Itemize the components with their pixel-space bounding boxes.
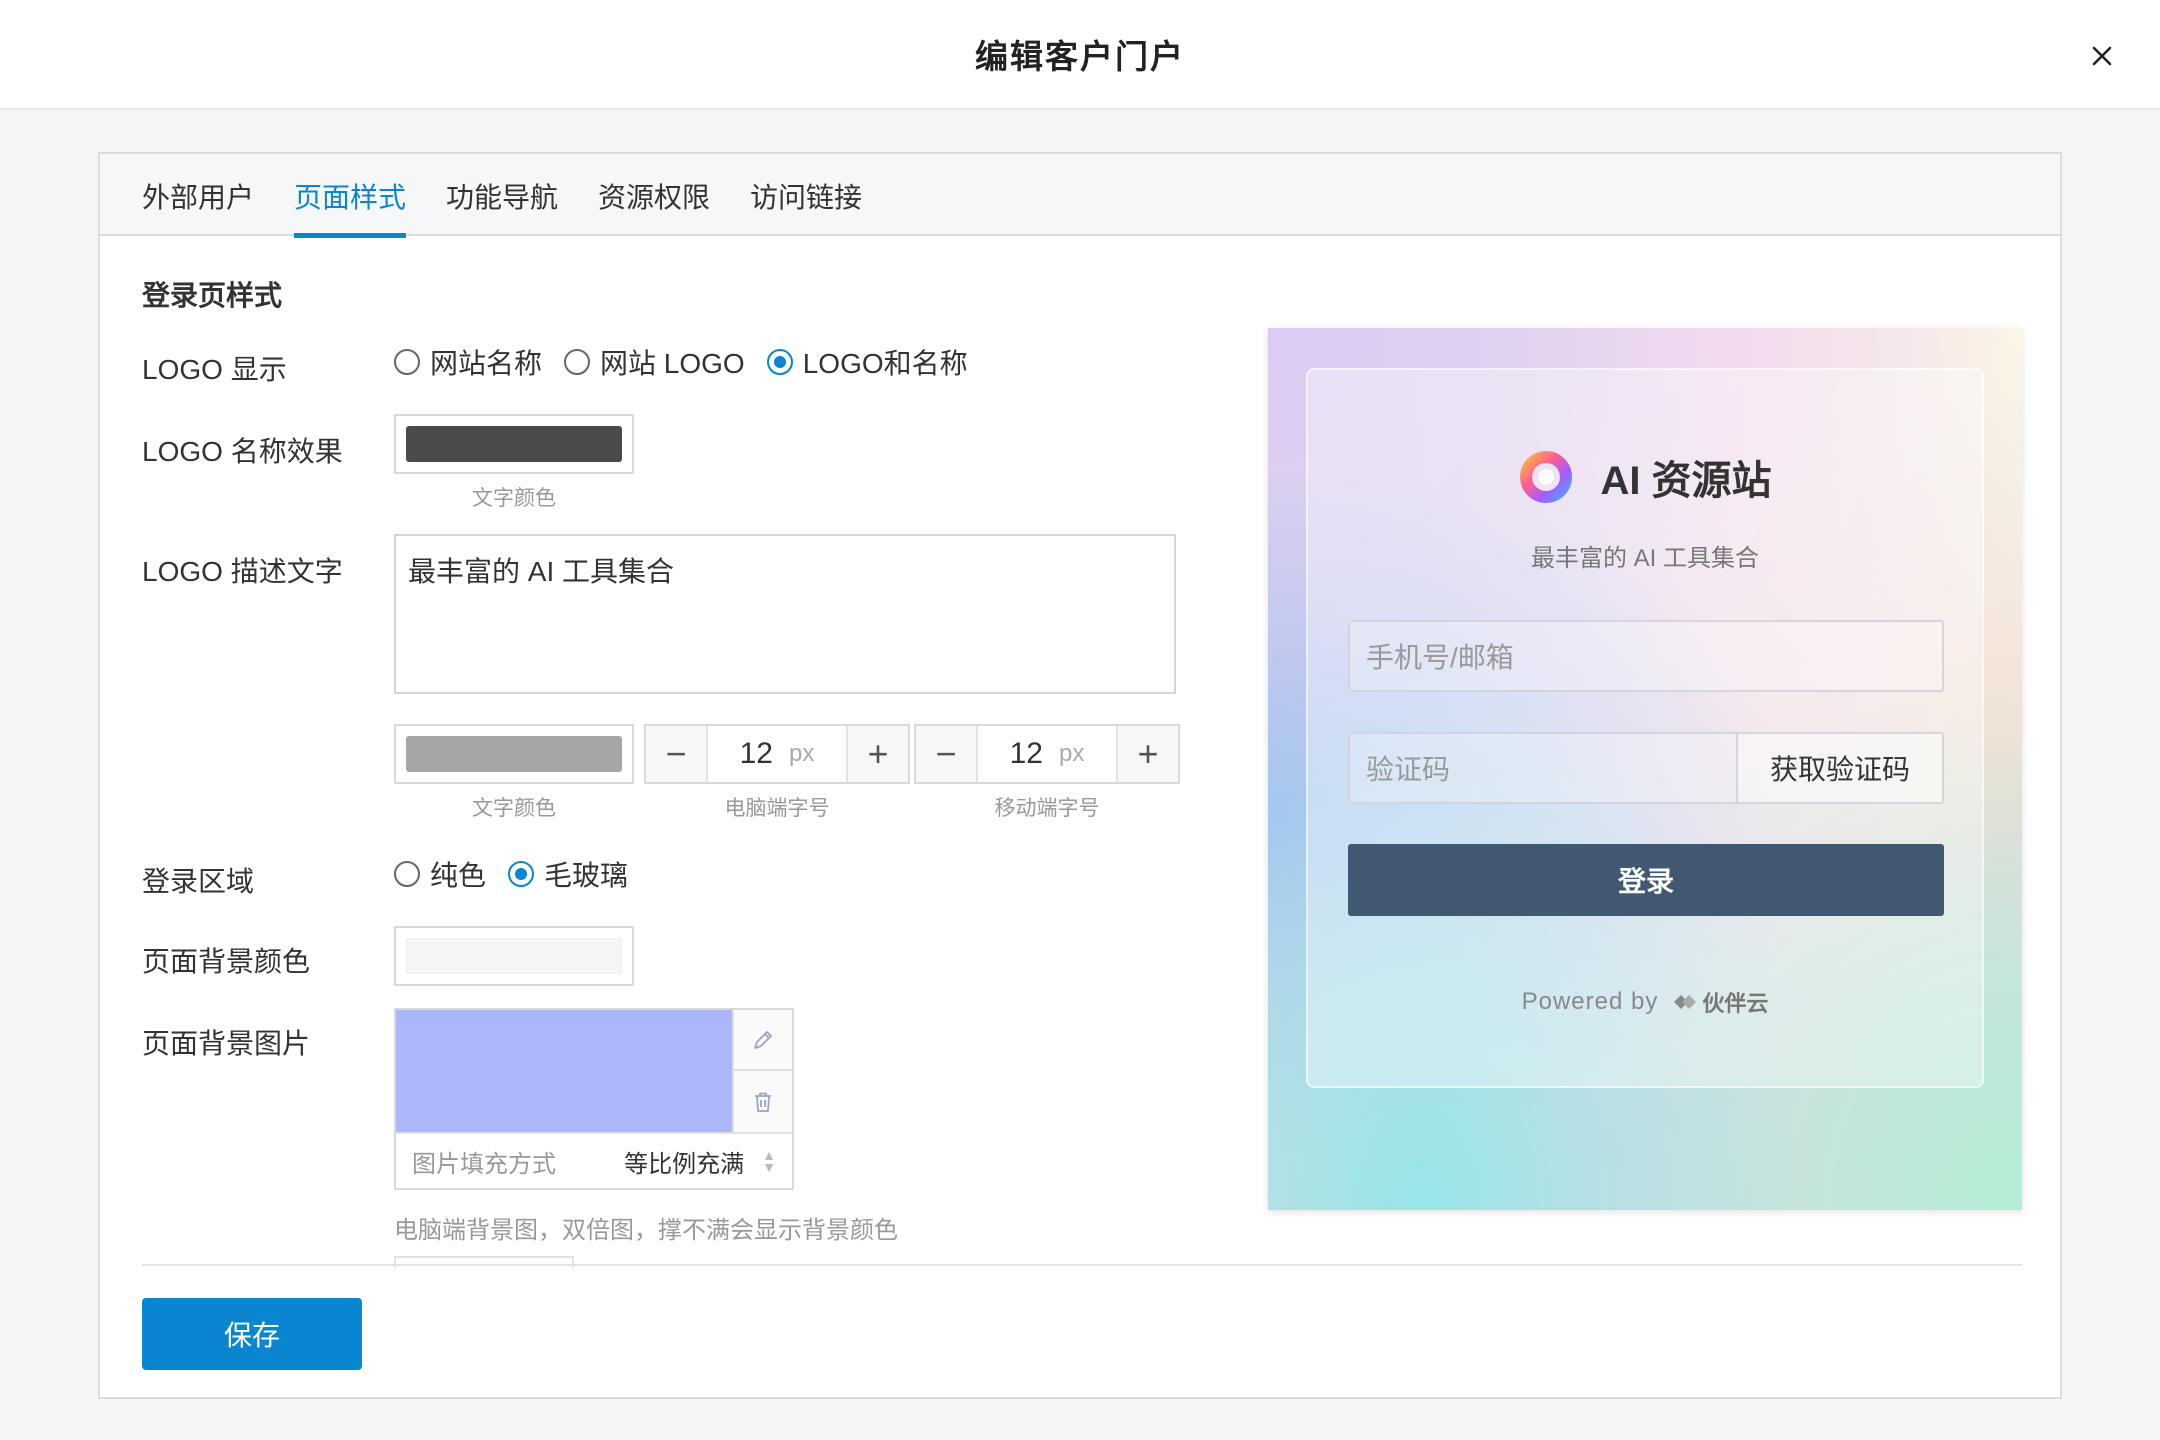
close-icon <box>2092 46 2112 66</box>
stepper-number: 12 <box>1009 737 1043 770</box>
preview-site-desc: 最丰富的 AI 工具集合 <box>1530 545 1759 572</box>
tab-external-users[interactable]: 外部用户 <box>142 176 254 236</box>
radio-label: LOGO和名称 <box>802 348 968 379</box>
decrement-button[interactable]: − <box>646 726 708 782</box>
delete-image-button[interactable] <box>732 1071 792 1132</box>
radio-label: 纯色 <box>430 860 487 891</box>
close-button[interactable] <box>2082 36 2122 76</box>
radio-site-logo[interactable]: 网站 LOGO <box>564 342 745 382</box>
page-bg-image-uploader: 图片填充方式 等比例充满 ▲ ▼ <box>394 1008 794 1190</box>
radio-frosted-glass[interactable]: 毛玻璃 <box>508 854 628 894</box>
logo-desc-label: LOGO 描述文字 <box>142 556 343 587</box>
section-title: 登录页样式 <box>142 280 283 311</box>
tab-access-link[interactable]: 访问链接 <box>750 176 862 236</box>
preview-login-button[interactable]: 登录 <box>1348 844 1944 916</box>
color-swatch <box>406 736 622 772</box>
preview-code-row: 验证码 获取验证码 <box>1348 732 1944 804</box>
stepper-value[interactable]: 12 px <box>708 726 846 782</box>
login-area-label: 登录区域 <box>142 866 255 897</box>
pc-font-size-stepper: − 12 px + <box>644 724 910 784</box>
up-down-arrow-icon: ▲ ▼ <box>762 1147 776 1175</box>
bg-image-hint: 电脑端背景图，双倍图，撑不满会显示背景颜色 <box>394 1217 898 1244</box>
stepper-unit: px <box>789 740 815 767</box>
ai-logo-icon <box>1520 451 1573 503</box>
tab-resource-permissions[interactable]: 资源权限 <box>598 176 710 236</box>
logo-display-radio-group: 网站名称 网站 LOGO LOGO和名称 <box>394 342 990 382</box>
logo-desc-textarea[interactable]: 最丰富的 AI 工具集合 <box>394 534 1176 694</box>
increment-button[interactable]: + <box>846 726 908 782</box>
powered-by-text: Powered by <box>1521 988 1659 1015</box>
tab-bar: 外部用户 页面样式 功能导航 资源权限 访问链接 <box>100 154 2060 238</box>
logo-desc-color-picker[interactable] <box>394 724 634 784</box>
trash-icon <box>755 1092 771 1112</box>
next-field-box <box>394 1256 574 1268</box>
mobile-font-size-caption: 移动端字号 <box>994 797 1100 820</box>
tab-function-nav[interactable]: 功能导航 <box>446 176 558 236</box>
radio-label: 网站 LOGO <box>600 348 745 379</box>
dialog-header: 编辑客户门户 <box>0 0 2160 110</box>
edit-image-button[interactable] <box>732 1010 792 1071</box>
logo-desc-color-caption: 文字颜色 <box>472 797 556 820</box>
login-page-preview: AI 资源站 最丰富的 AI 工具集合 手机号/邮箱 验证码 获取验证码 登录 … <box>1268 328 2022 1210</box>
radio-circle <box>766 349 793 375</box>
brand-row: AI 资源站 <box>1308 448 1982 506</box>
page-bg-image-label: 页面背景图片 <box>142 1028 311 1059</box>
color-swatch <box>406 938 622 974</box>
increment-button[interactable]: + <box>1116 726 1178 782</box>
fill-mode-value: 等比例充满 <box>624 1150 745 1178</box>
preview-site-name: AI 资源站 <box>1600 459 1772 503</box>
bg-image-preview[interactable] <box>396 1010 732 1132</box>
footer-divider <box>142 1264 2022 1266</box>
preview-get-code-button[interactable]: 获取验证码 <box>1736 734 1942 802</box>
tab-page-style[interactable]: 页面样式 <box>294 176 407 238</box>
login-card: AI 资源站 最丰富的 AI 工具集合 手机号/邮箱 验证码 获取验证码 登录 … <box>1306 368 1984 1088</box>
stepper-unit: px <box>1059 740 1085 767</box>
page-bg-color-picker[interactable] <box>394 926 634 986</box>
radio-logo-and-name[interactable]: LOGO和名称 <box>766 342 968 382</box>
radio-label: 网站名称 <box>430 348 543 379</box>
partner-logo: 伙伴云 <box>1670 986 1768 1018</box>
stepper-value[interactable]: 12 px <box>978 726 1116 782</box>
save-button[interactable]: 保存 <box>142 1298 362 1370</box>
partner-name: 伙伴云 <box>1702 991 1769 1016</box>
radio-site-name[interactable]: 网站名称 <box>394 342 542 382</box>
radio-circle <box>394 349 420 375</box>
radio-circle <box>564 349 591 375</box>
fill-mode-label: 图片填充方式 <box>412 1150 556 1178</box>
decrement-button[interactable]: − <box>916 726 978 782</box>
logo-name-color-picker[interactable] <box>394 414 634 474</box>
radio-circle <box>394 861 420 887</box>
preview-account-input[interactable]: 手机号/邮箱 <box>1348 620 1944 692</box>
color-swatch <box>406 426 622 462</box>
mobile-font-size-stepper: − 12 px + <box>914 724 1180 784</box>
pencil-icon <box>754 1030 772 1049</box>
settings-panel: 外部用户 页面样式 功能导航 资源权限 访问链接 登录页样式 LOGO 显示 网… <box>98 152 2062 1399</box>
image-fill-mode-select[interactable]: 图片填充方式 等比例充满 ▲ ▼ <box>396 1132 792 1188</box>
radio-circle <box>508 861 535 887</box>
preview-code-input[interactable]: 验证码 <box>1350 734 1736 802</box>
dialog-title: 编辑客户门户 <box>975 38 1185 75</box>
partner-logo-icon <box>1674 995 1697 1009</box>
radio-solid[interactable]: 纯色 <box>394 854 486 894</box>
logo-name-color-caption: 文字颜色 <box>472 487 556 510</box>
powered-by-row: Powered by 伙伴云 <box>1308 986 1982 1018</box>
logo-display-label: LOGO 显示 <box>142 354 287 385</box>
logo-name-effect-label: LOGO 名称效果 <box>142 436 343 467</box>
stepper-number: 12 <box>739 737 773 770</box>
radio-label: 毛玻璃 <box>544 860 629 891</box>
page-bg-color-label: 页面背景颜色 <box>142 946 311 977</box>
login-area-radio-group: 纯色 毛玻璃 <box>394 854 650 894</box>
pc-font-size-caption: 电脑端字号 <box>724 797 830 820</box>
